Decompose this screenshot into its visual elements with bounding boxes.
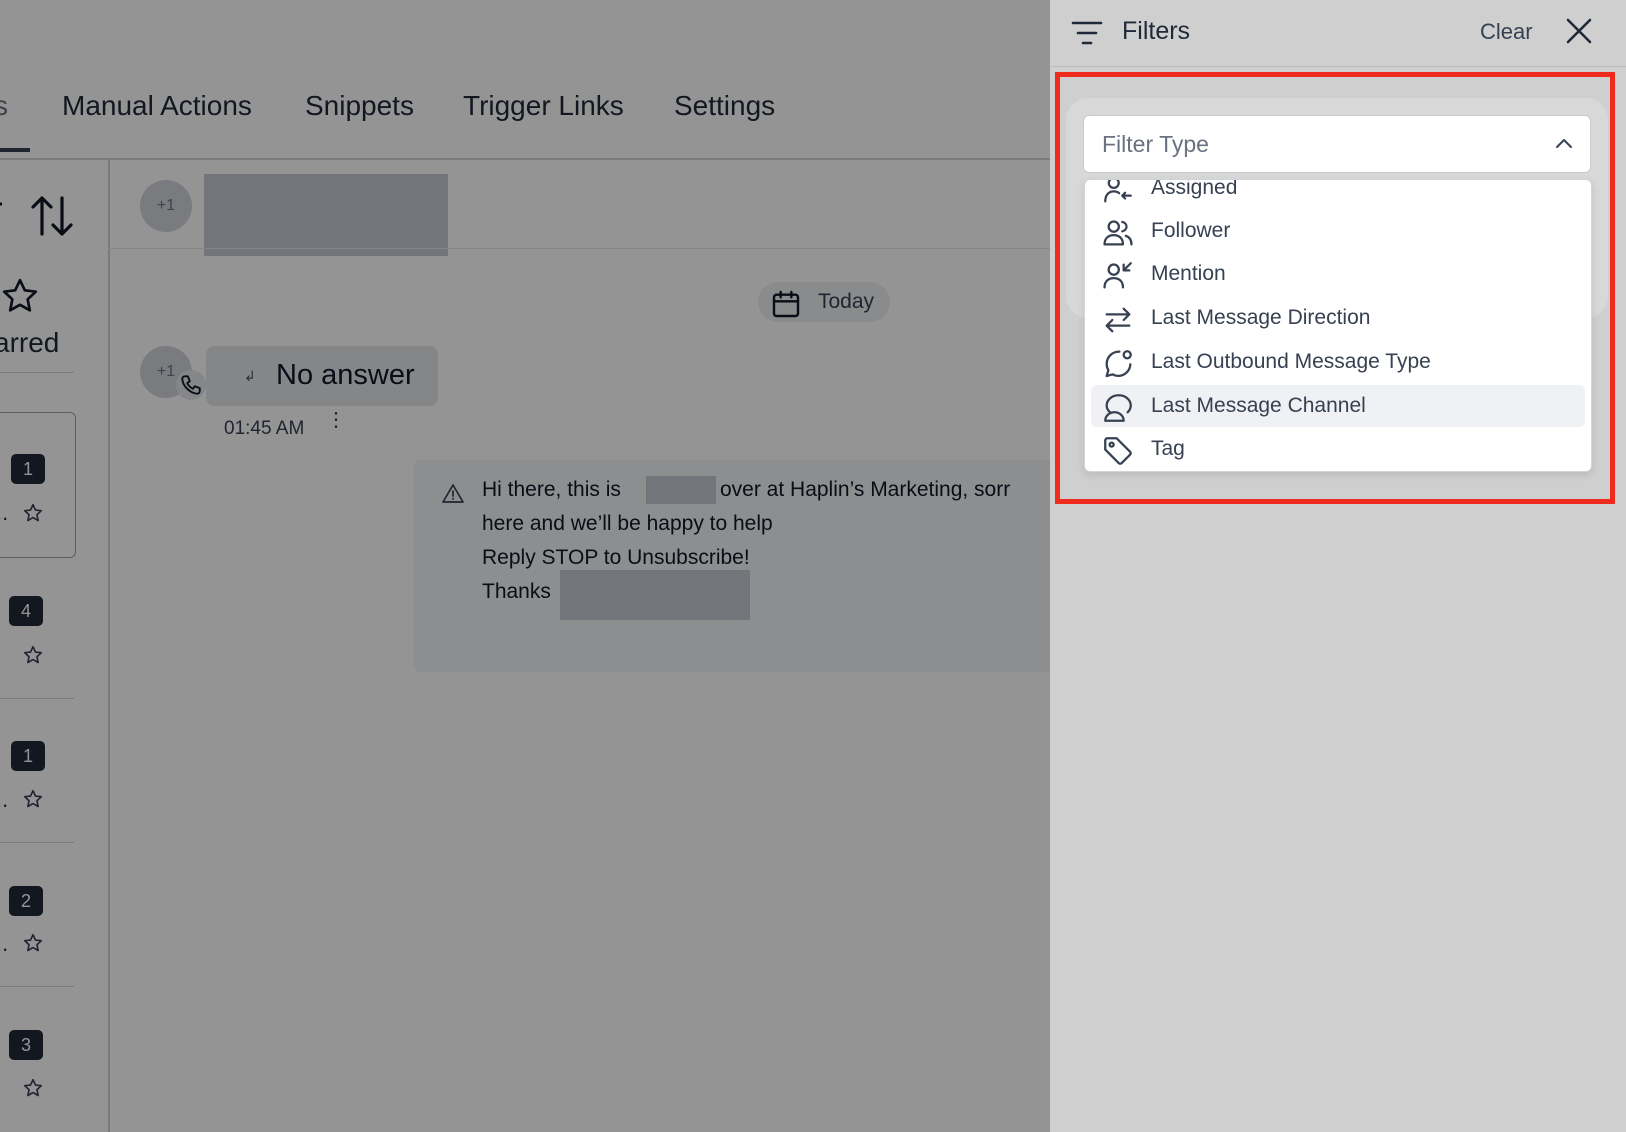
close-icon[interactable] — [1564, 16, 1594, 46]
filters-header: Filters Clear — [1050, 0, 1626, 67]
highlight-annotation-frame — [1055, 72, 1615, 504]
clear-filters-button[interactable]: Clear — [1480, 19, 1533, 45]
filters-title: Filters — [1122, 17, 1191, 45]
filter-lines-icon — [1071, 21, 1103, 45]
modal-backdrop[interactable] — [0, 0, 1050, 1132]
